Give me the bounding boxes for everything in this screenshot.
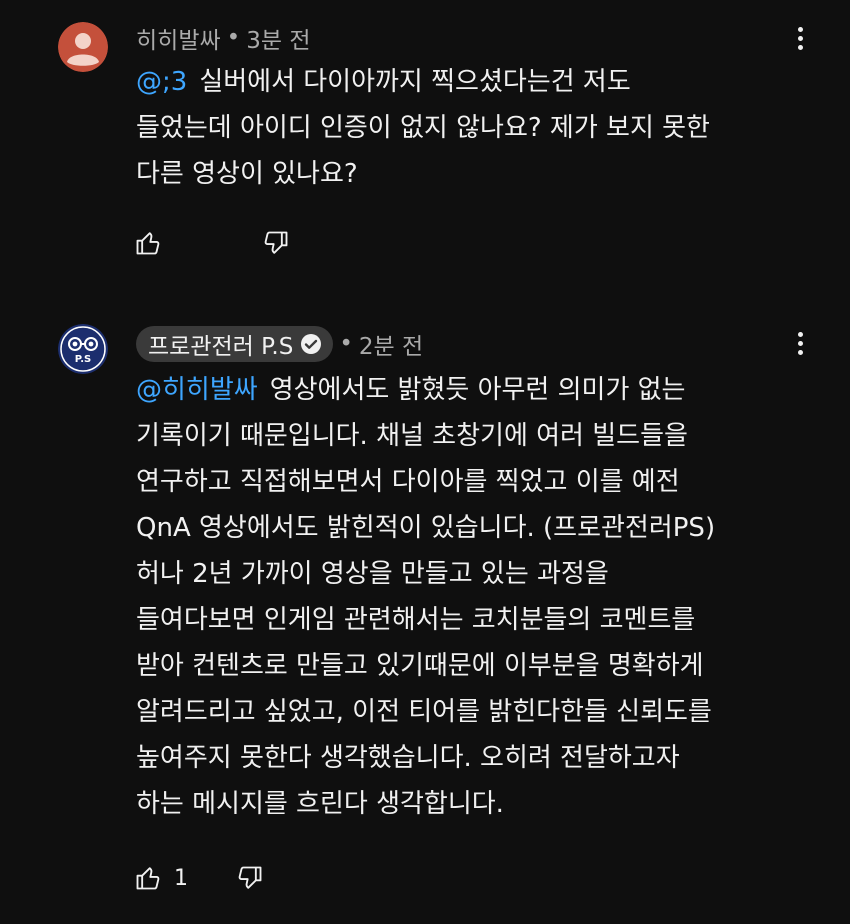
thumb-up-icon	[136, 867, 160, 890]
comment-body: 실버에서 다이아까지 찍으셨다는건 저도 들었는데 아이디 인증이 없지 않나요…	[136, 67, 710, 189]
comment-actions	[134, 226, 290, 260]
comment-body: 영상에서도 밝혔듯 아무런 의미가 없는 기록이기 때문입니다. 채널 초창기에…	[136, 375, 716, 819]
dislike-button[interactable]	[236, 864, 264, 892]
mention-link[interactable]: @;3	[136, 67, 187, 97]
comment-meta: 히히발싸 • 3분 전	[136, 20, 310, 56]
more-vert-icon[interactable]	[788, 20, 812, 56]
comment-text: @히히발싸 영상에서도 밝혔듯 아무런 의미가 없는 기록이기 때문입니다. 채널…	[136, 367, 816, 827]
timestamp[interactable]: 2분 전	[359, 327, 423, 361]
more-vert-icon[interactable]	[788, 325, 812, 361]
thumb-down-icon	[264, 231, 288, 254]
separator: •	[226, 25, 241, 51]
timestamp[interactable]: 3분 전	[246, 21, 310, 55]
avatar[interactable]: P.S	[58, 324, 108, 374]
like-button[interactable]	[134, 229, 186, 257]
like-button[interactable]: 1	[134, 864, 188, 892]
comment-meta: 프로관전러 P.S • 2분 전	[136, 326, 423, 362]
author-chip[interactable]: 프로관전러 P.S	[136, 326, 334, 362]
comment-text: @;3 실버에서 다이아까지 찍으셨다는건 저도 들었는데 아이디 인증이 없지 …	[136, 59, 816, 197]
channel-logo-icon: P.S	[58, 324, 108, 374]
thumb-up-icon	[136, 232, 160, 255]
like-count: 1	[174, 865, 188, 891]
separator: •	[339, 331, 353, 357]
author-name: 프로관전러 P.S	[148, 334, 294, 360]
author-name[interactable]: 히히발싸	[136, 21, 221, 55]
mention-link[interactable]: @히히발싸	[136, 375, 258, 405]
comment-actions: 1	[134, 861, 264, 895]
avatar-text: P.S	[75, 354, 92, 365]
verified-check-icon	[301, 334, 322, 354]
default-avatar-icon	[58, 22, 108, 72]
dislike-button[interactable]	[262, 229, 290, 257]
thumb-down-icon	[238, 866, 262, 889]
avatar[interactable]	[58, 22, 108, 72]
